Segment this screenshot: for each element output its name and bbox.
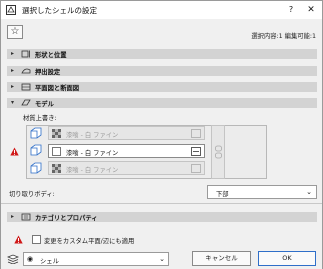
star-icon: ☆ bbox=[10, 26, 20, 37]
custom-surface-checkbox[interactable] bbox=[32, 235, 41, 244]
panel-label: 平面図と断面図 bbox=[35, 85, 80, 92]
panel-floorplan-section[interactable]: ▸ 平面図と断面図 bbox=[7, 82, 317, 92]
surface-side-icon[interactable] bbox=[30, 144, 42, 156]
material-swatch-icon bbox=[52, 147, 61, 156]
panel-label: 形状と位置 bbox=[35, 52, 67, 59]
panel-label: モデル bbox=[35, 101, 54, 108]
help-button[interactable]: ? bbox=[285, 4, 297, 16]
warning-icon bbox=[10, 147, 19, 156]
extrusion-icon bbox=[21, 68, 31, 74]
material-row-top[interactable]: 漆喰 - 白 ファイン bbox=[48, 126, 205, 140]
cut-body-dropdown[interactable]: 下部 ⌄ bbox=[207, 185, 317, 199]
layer-icon bbox=[7, 254, 19, 264]
eye-icon: ◉ bbox=[27, 255, 34, 263]
chevron-right-icon: ▸ bbox=[11, 50, 15, 57]
bottom-bar: ◉ シェル ⌄ キャンセル OK bbox=[1, 249, 322, 269]
category-icon bbox=[21, 213, 31, 221]
chain-link-icon bbox=[215, 145, 222, 159]
material-flag-icon[interactable] bbox=[191, 129, 201, 138]
separator bbox=[1, 203, 322, 204]
chevron-right-icon: ▸ bbox=[11, 83, 15, 90]
warning-icon bbox=[14, 235, 23, 244]
material-flag-icon[interactable] bbox=[191, 147, 201, 156]
cut-body-label: 切り取りボディ: bbox=[9, 191, 55, 198]
panel-label: 押出設定 bbox=[35, 69, 61, 76]
floorplan-section-icon bbox=[21, 83, 31, 91]
material-name: 漆喰 - 白 ファイン bbox=[66, 167, 119, 174]
chevron-down-icon: ⌄ bbox=[306, 188, 312, 196]
panel-label: カテゴリとプロパティ bbox=[35, 215, 98, 222]
title-bar[interactable]: 選択したシェルの設定 ? ✕ bbox=[1, 1, 322, 19]
panel-shape-position[interactable]: ▸ 形状と位置 bbox=[7, 49, 317, 59]
settings-dialog: 選択したシェルの設定 ? ✕ ☆ 選択内容:1 編集可能:1 ▸ 形状と位置 ▸… bbox=[0, 0, 323, 269]
layer-value: シェル bbox=[40, 258, 59, 265]
custom-surface-label: 変更をカスタム平面/辺にも適用 bbox=[44, 238, 135, 245]
cancel-button[interactable]: キャンセル bbox=[192, 251, 251, 266]
cut-body-value: 下部 bbox=[216, 191, 229, 198]
material-flag-icon[interactable] bbox=[191, 164, 201, 173]
close-button[interactable]: ✕ bbox=[305, 4, 317, 16]
surface-top-icon[interactable] bbox=[30, 127, 42, 139]
panel-category-properties[interactable]: ▸ カテゴリとプロパティ bbox=[7, 212, 317, 222]
material-row-bottom[interactable]: 漆喰 - 白 ファイン bbox=[48, 161, 205, 175]
material-override-label: 材質上書き: bbox=[23, 115, 57, 122]
selection-info: 選択内容:1 編集可能:1 bbox=[251, 33, 316, 40]
chevron-down-icon: ⌄ bbox=[159, 255, 165, 263]
layer-dropdown[interactable]: ◉ シェル ⌄ bbox=[23, 252, 169, 266]
chevron-right-icon: ▸ bbox=[11, 67, 15, 74]
favorites-button[interactable]: ☆ bbox=[7, 25, 23, 39]
ok-button[interactable]: OK bbox=[258, 251, 316, 266]
window-title: 選択したシェルの設定 bbox=[22, 6, 97, 15]
model-icon bbox=[21, 99, 31, 106]
shape-position-icon bbox=[21, 50, 30, 58]
surface-bottom-icon[interactable] bbox=[30, 162, 42, 174]
shell-app-icon bbox=[6, 5, 16, 15]
chevron-down-icon: ▾ bbox=[11, 99, 15, 106]
panel-model[interactable]: ▾ モデル bbox=[7, 98, 317, 108]
material-name: 漆喰 - 白 ファイン bbox=[66, 132, 119, 139]
material-name: 漆喰 - 白 ファイン bbox=[66, 150, 119, 157]
material-swatch-icon bbox=[52, 164, 61, 173]
panel-extrusion[interactable]: ▸ 押出設定 bbox=[7, 66, 317, 76]
material-swatch-icon bbox=[52, 129, 61, 138]
link-materials-button[interactable] bbox=[211, 125, 225, 179]
material-row-side[interactable]: 漆喰 - 白 ファイン bbox=[48, 144, 205, 158]
chevron-right-icon: ▸ bbox=[11, 213, 15, 220]
